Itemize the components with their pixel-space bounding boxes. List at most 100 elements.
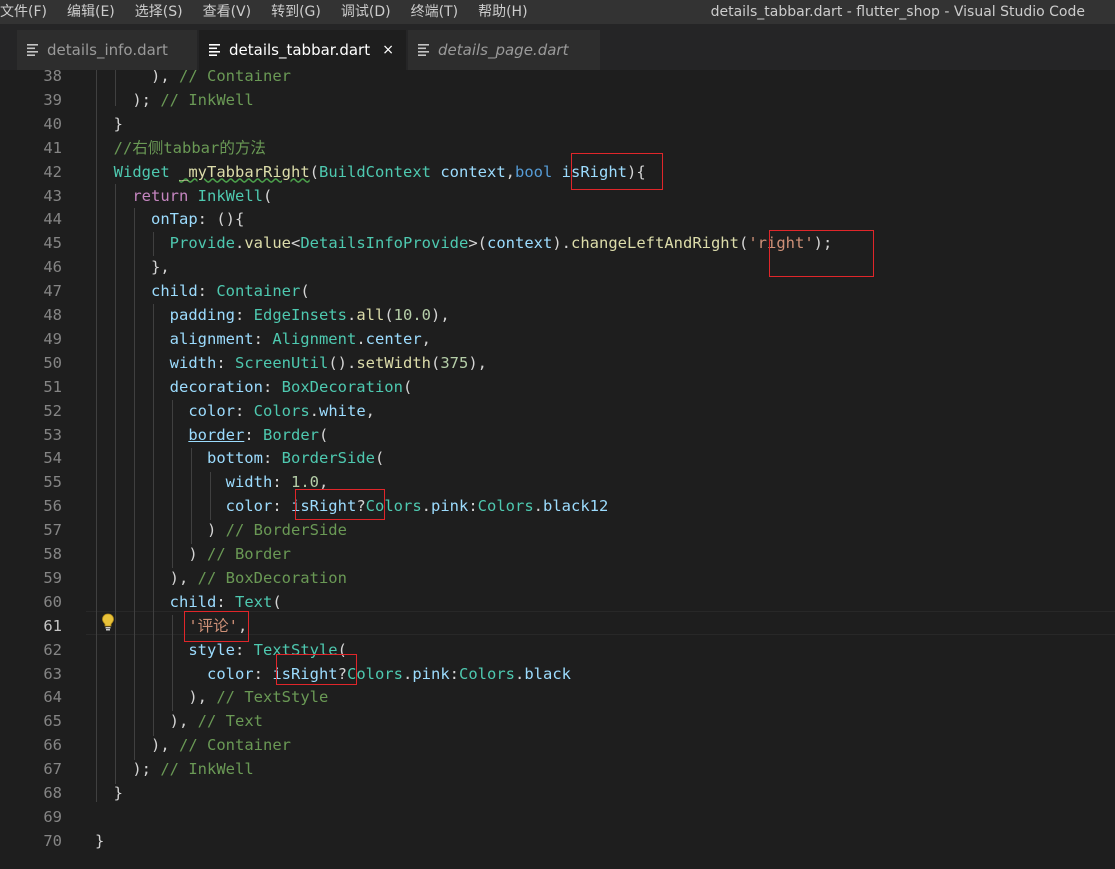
code-token: : [216, 353, 235, 372]
code-text: ), // TextStyle [95, 685, 328, 709]
code-token: . [356, 329, 366, 348]
code-token: : [244, 425, 263, 444]
code-token: . [234, 234, 245, 253]
code-line[interactable]: 65 ), // Text [0, 709, 1115, 733]
code-line[interactable]: 62 style: TextStyle( [0, 638, 1115, 662]
code-line[interactable]: 42 Widget _myTabbarRight(BuildContext co… [0, 160, 1115, 184]
code-line[interactable]: 68 } [0, 781, 1115, 805]
code-text: //右侧tabbar的方法 [95, 136, 266, 160]
code-line[interactable]: 40 } [0, 112, 1115, 136]
code-token: //右侧tabbar的方法 [95, 138, 266, 157]
code-token: . [421, 497, 431, 516]
code-token: pink [431, 497, 469, 516]
code-line[interactable]: 52 color: Colors.white, [0, 399, 1115, 423]
menu-file[interactable]: 文件(F) [0, 0, 57, 24]
code-line[interactable]: 56 color: isRight?Colors.pink:Colors.bla… [0, 494, 1115, 518]
line-number: 64 [43, 688, 62, 707]
code-token: _myTabbarRight [179, 162, 310, 181]
menu-view[interactable]: 查看(V) [203, 0, 262, 24]
code-editor[interactable]: 38 ), // Container 39 ); // InkWell 40 } 41… [0, 70, 1115, 869]
code-line[interactable]: 63 color: isRight?Colors.pink:Colors.bla… [0, 662, 1115, 686]
code-token: context [440, 162, 506, 181]
code-line[interactable]: 50 width: ScreenUtil().setWidth(375), [0, 351, 1115, 375]
code-token: decoration [95, 377, 263, 396]
file-lines-icon [27, 44, 38, 56]
menu-edit[interactable]: 编辑(E) [67, 0, 125, 24]
code-line[interactable]: 61 '评论', [0, 614, 1115, 638]
code-text: ); // InkWell [95, 757, 253, 781]
lightbulb-icon[interactable] [101, 613, 115, 631]
code-token: InkWell [197, 186, 263, 205]
menu-selection[interactable]: 选择(S) [135, 0, 193, 24]
code-line[interactable]: 53 border: Border( [0, 423, 1115, 447]
highlight-box [571, 153, 663, 190]
code-token: } [95, 784, 123, 802]
code-token: : [234, 640, 254, 659]
code-token: ( [263, 186, 273, 205]
code-line[interactable]: 69 [0, 805, 1115, 829]
code-line[interactable]: 39 ); // InkWell [0, 88, 1115, 112]
code-token: // TextStyle [216, 688, 329, 707]
menu-terminal[interactable]: 终端(T) [411, 0, 468, 24]
code-token: Border [263, 425, 319, 444]
line-number: 54 [43, 449, 62, 468]
code-line[interactable]: 41 //右侧tabbar的方法 [0, 136, 1115, 160]
tab-details-tabbar[interactable]: details_tabbar.dart × [199, 30, 406, 70]
menu-go[interactable]: 转到(G) [271, 0, 331, 24]
code-token: ) [95, 521, 226, 540]
code-text: width: ScreenUtil().setWidth(375), [95, 351, 487, 375]
code-token: style [95, 640, 235, 659]
code-token: changeLeftAndRight [571, 234, 739, 253]
code-line[interactable]: 43 return InkWell( [0, 184, 1115, 208]
line-number: 70 [43, 831, 62, 850]
tab-details-page[interactable]: details_page.dart [408, 30, 600, 70]
code-line[interactable]: 55 width: 1.0, [0, 470, 1115, 494]
code-token: ), [95, 736, 179, 755]
code-line[interactable]: 66 ), // Container [0, 733, 1115, 757]
line-number: 55 [43, 473, 62, 492]
code-line[interactable]: 64 ), // TextStyle [0, 685, 1115, 709]
file-lines-icon [209, 44, 220, 56]
code-line[interactable]: 67 ); // InkWell [0, 757, 1115, 781]
tab-details-info[interactable]: details_info.dart [17, 30, 197, 70]
code-line[interactable]: 54 bottom: BorderSide( [0, 446, 1115, 470]
code-line[interactable]: 45 Provide.value<DetailsInfoProvide>(con… [0, 231, 1115, 255]
code-line[interactable]: 70} [0, 829, 1115, 853]
code-line[interactable]: 58 ) // Border [0, 542, 1115, 566]
code-line[interactable]: 47 child: Container( [0, 279, 1115, 303]
line-number: 56 [43, 497, 62, 516]
code-token: ( [319, 425, 329, 444]
code-line[interactable]: 59 ), // BoxDecoration [0, 566, 1115, 590]
code-line[interactable]: 48 padding: EdgeInsets.all(10.0), [0, 303, 1115, 327]
code-token: alignment [95, 329, 254, 348]
code-token: center [365, 329, 422, 348]
line-number: 45 [43, 234, 62, 253]
line-number: 61 [43, 616, 62, 635]
file-lines-icon [418, 44, 429, 56]
code-line[interactable]: 44 onTap: (){ [0, 207, 1115, 231]
close-icon[interactable]: × [382, 30, 394, 70]
code-token: ScreenUtil [235, 353, 329, 372]
code-text: decoration: BoxDecoration( [95, 375, 413, 399]
code-line[interactable]: 49 alignment: Alignment.center, [0, 327, 1115, 351]
code-token: ( [300, 282, 310, 301]
code-token: : [253, 329, 273, 348]
code-line[interactable]: 46 }, [0, 255, 1115, 279]
code-text: ), // Container [95, 70, 291, 88]
code-token: : [272, 497, 291, 516]
code-token: DetailsInfoProvide [300, 234, 469, 253]
code-line[interactable]: 38 ), // Container [0, 70, 1115, 88]
code-line[interactable]: 60 child: Text( [0, 590, 1115, 614]
code-line[interactable]: 57 ) // BorderSide [0, 518, 1115, 542]
code-token: all [356, 306, 385, 324]
menu-help[interactable]: 帮助(H) [478, 0, 537, 24]
menu-debug[interactable]: 调试(D) [341, 0, 401, 24]
line-number: 38 [43, 70, 62, 85]
code-line[interactable]: 51 decoration: BoxDecoration( [0, 375, 1115, 399]
tab-label: details_tabbar.dart [229, 41, 371, 59]
code-token: : [234, 401, 254, 420]
code-token: : [253, 664, 273, 683]
code-text: onTap: (){ [95, 207, 244, 231]
